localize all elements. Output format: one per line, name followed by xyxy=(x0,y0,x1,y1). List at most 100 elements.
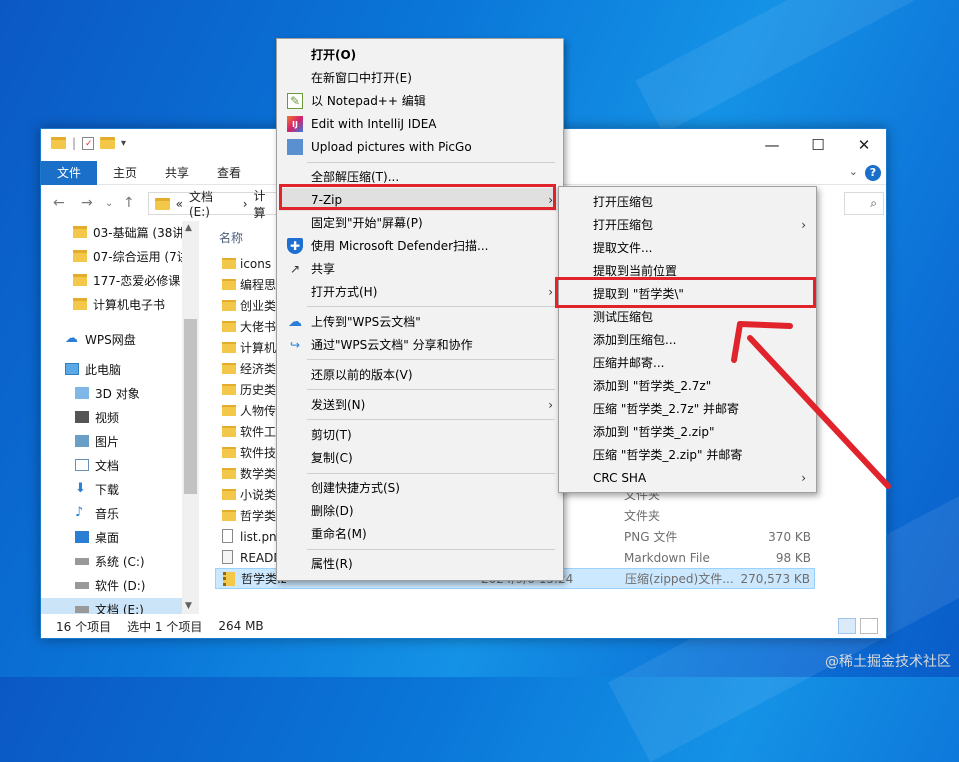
menu-item-label: 通过"WPS云文档" 分享和协作 xyxy=(311,338,473,352)
tab-share[interactable]: 共享 xyxy=(151,161,203,185)
nav-item[interactable]: 3D 对象 xyxy=(75,382,196,404)
large-icons-view-icon[interactable] xyxy=(860,618,878,634)
selection-size: 264 MB xyxy=(218,619,264,633)
breadcrumb-overflow[interactable]: « xyxy=(176,197,183,211)
menu-item-create-shortcut[interactable]: 创建快捷方式(S) xyxy=(279,476,561,499)
arrow-shaft xyxy=(747,335,891,489)
address-bar[interactable]: « 文档 (E:) › 计算 xyxy=(148,189,278,220)
details-view-icon[interactable] xyxy=(838,618,856,634)
folder-icon xyxy=(222,405,236,416)
nav-item[interactable]: 03-基础篇 (38讲 xyxy=(73,221,196,243)
nav-scrollbar[interactable]: ▲ ▼ xyxy=(182,221,199,614)
menu-item-open[interactable]: 打开(O) xyxy=(279,43,561,66)
menu-item-copy[interactable]: 复制(C) xyxy=(279,446,561,469)
share-icon: ↗ xyxy=(289,262,301,276)
nav-item-label: 软件 (D:) xyxy=(95,578,146,593)
music-icon: ♪ xyxy=(75,505,84,520)
submenu-item-open-archive-more[interactable]: 打开压缩包 › xyxy=(561,213,814,236)
nav-item[interactable]: 07-综合运用 (7讲 xyxy=(73,245,196,267)
menu-item-label: 压缩并邮寄... xyxy=(593,356,665,370)
arrow-head-left xyxy=(731,321,743,363)
nav-item-label: 计算机电子书 xyxy=(93,297,166,312)
file-size: 370 KB xyxy=(768,529,811,544)
folder-icon xyxy=(222,279,236,290)
nav-item[interactable]: 177-恋爱必修课 xyxy=(73,269,196,291)
customize-toolbar-icon[interactable]: ▾ xyxy=(121,138,126,149)
nav-item[interactable]: 桌面 xyxy=(75,526,196,548)
back-arrow-icon[interactable]: ← xyxy=(53,195,65,211)
nav-item-label: 音乐 xyxy=(95,506,120,521)
properties-icon[interactable]: ✓ xyxy=(82,136,95,150)
menu-item-delete[interactable]: 删除(D) xyxy=(279,499,561,522)
menu-item-open-with[interactable]: 打开方式(H) › xyxy=(279,280,561,303)
nav-item-wps-drive[interactable]: ☁ WPS网盘 xyxy=(65,328,196,350)
cube-icon xyxy=(75,387,89,399)
menu-item-open-new-window[interactable]: 在新窗口中打开(E) xyxy=(279,66,561,89)
quick-access-toolbar: | ✓ ▾ xyxy=(51,136,126,150)
menu-item-label: Upload pictures with PicGo xyxy=(311,139,472,154)
submenu-item-extract-files[interactable]: 提取文件... xyxy=(561,236,814,259)
recent-locations-icon[interactable]: ⌄ xyxy=(105,198,113,209)
computer-icon xyxy=(65,363,79,375)
breadcrumb-folder[interactable]: 计算 xyxy=(254,187,277,221)
column-header-name[interactable]: 名称 xyxy=(219,229,243,246)
tab-home[interactable]: 主页 xyxy=(99,161,151,185)
menu-item-share[interactable]: ↗ 共享 xyxy=(279,257,561,280)
nav-item[interactable]: 软件 (D:) xyxy=(75,574,196,596)
menu-item-restore-previous[interactable]: 还原以前的版本(V) xyxy=(279,363,561,386)
help-icon[interactable]: ? xyxy=(865,165,881,181)
nav-item-this-pc[interactable]: 此电脑 xyxy=(65,358,196,380)
forward-arrow-icon[interactable]: → xyxy=(81,195,93,211)
menu-item-picgo[interactable]: Upload pictures with PicGo xyxy=(279,135,561,158)
nav-item-label: 07-综合运用 (7讲 xyxy=(93,249,189,264)
search-input[interactable]: ⌕ xyxy=(844,192,884,215)
folder-icon xyxy=(222,300,236,311)
menu-item-intellij[interactable]: IJ Edit with IntelliJ IDEA xyxy=(279,112,561,135)
nav-item[interactable]: ⬇ 下载 xyxy=(75,478,196,500)
menu-item-label: 压缩 "哲学类_2.7z" 并邮寄 xyxy=(593,402,740,416)
file-type: 文件夹 xyxy=(624,509,661,523)
nav-item[interactable]: 视频 xyxy=(75,406,196,428)
breadcrumb-separator[interactable]: › xyxy=(243,197,248,211)
file-type: 压缩(zipped)文件... xyxy=(625,572,734,586)
folder-icon xyxy=(73,298,87,310)
new-folder-icon[interactable] xyxy=(100,137,116,149)
scrollbar-thumb[interactable] xyxy=(184,319,197,494)
menu-item-label: 属性(R) xyxy=(311,557,353,571)
nav-item[interactable]: 系统 (C:) xyxy=(75,550,196,572)
tab-file[interactable]: 文件 xyxy=(41,161,97,185)
menu-item-cut[interactable]: 剪切(T) xyxy=(279,423,561,446)
nav-item-drive-e[interactable]: 文档 (E:) xyxy=(41,598,182,614)
navigation-pane: 03-基础篇 (38讲 07-综合运用 (7讲 177-恋爱必修课 计算机电子书… xyxy=(41,221,196,614)
menu-item-defender-scan[interactable]: ✚ 使用 Microsoft Defender扫描... xyxy=(279,234,561,257)
close-button[interactable]: ✕ xyxy=(841,129,887,161)
breadcrumb-drive[interactable]: 文档 (E:) xyxy=(189,188,237,219)
maximize-button[interactable]: ☐ xyxy=(795,129,841,161)
chevron-down-icon[interactable]: ⌄ xyxy=(849,165,858,178)
submenu-item-open-archive[interactable]: 打开压缩包 xyxy=(561,190,814,213)
scroll-down-icon[interactable]: ▼ xyxy=(185,601,192,611)
menu-item-pin-start[interactable]: 固定到"开始"屏幕(P) xyxy=(279,211,561,234)
desktop-icon xyxy=(75,531,89,543)
minimize-button[interactable]: — xyxy=(749,129,795,161)
tab-view[interactable]: 查看 xyxy=(203,161,255,185)
menu-item-label: 剪切(T) xyxy=(311,428,352,442)
menu-item-wps-upload[interactable]: ☁ 上传到"WPS云文档" xyxy=(279,310,561,333)
menu-separator xyxy=(307,473,555,474)
notepadpp-icon: ✎ xyxy=(287,93,303,109)
image-file-icon xyxy=(222,529,233,543)
menu-item-notepadpp[interactable]: ✎ 以 Notepad++ 编辑 xyxy=(279,89,561,112)
menu-item-send-to[interactable]: 发送到(N) › xyxy=(279,393,561,416)
nav-item[interactable]: 文档 xyxy=(75,454,196,476)
scroll-up-icon[interactable]: ▲ xyxy=(185,223,192,233)
menu-item-wps-share[interactable]: ↪ 通过"WPS云文档" 分享和协作 xyxy=(279,333,561,356)
up-arrow-icon[interactable]: ↑ xyxy=(123,195,135,211)
nav-item-label: 此电脑 xyxy=(85,362,122,377)
menu-item-rename[interactable]: 重命名(M) xyxy=(279,522,561,545)
nav-item[interactable]: ♪ 音乐 xyxy=(75,502,196,524)
drive-icon xyxy=(75,581,89,589)
menu-item-label: 打开方式(H) xyxy=(311,285,378,299)
nav-item[interactable]: 计算机电子书 xyxy=(73,293,196,315)
menu-item-properties[interactable]: 属性(R) xyxy=(279,552,561,575)
nav-item[interactable]: 图片 xyxy=(75,430,196,452)
